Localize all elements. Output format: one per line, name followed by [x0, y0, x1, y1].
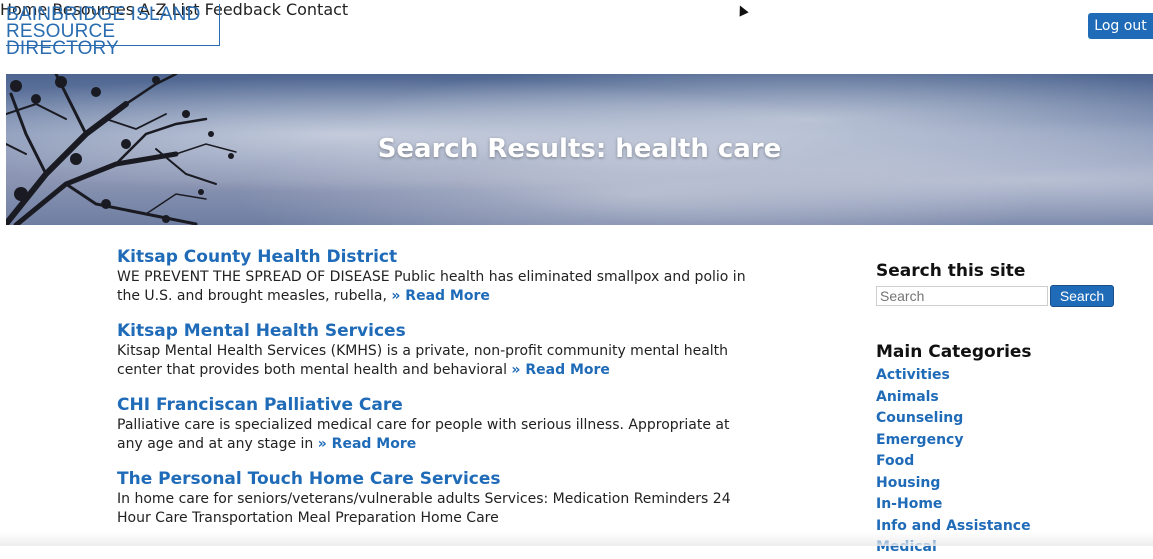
result-snippet-text: Palliative care is specialized medical c… — [117, 417, 730, 452]
result-title-link[interactable]: Kitsap Mental Health Services — [117, 320, 747, 342]
page-title: Search Results: health care — [377, 134, 782, 164]
site-logo[interactable]: BAINBRIDGE ISLAND RESOURCE DIRECTORY — [6, 4, 220, 58]
search-button[interactable]: Search — [1050, 285, 1114, 307]
result-snippet-text: In home care for seniors/veterans/vulner… — [117, 491, 731, 526]
result-snippet: Kitsap Mental Health Services (KMHS) is … — [117, 342, 747, 380]
result-item: Kitsap Mental Health Services Kitsap Men… — [117, 320, 747, 380]
result-snippet: In home care for seniors/veterans/vulner… — [117, 490, 747, 528]
nav-contact[interactable]: Contact — [286, 0, 348, 19]
result-snippet: Palliative care is specialized medical c… — [117, 416, 747, 454]
categories-heading: Main Categories — [876, 342, 1032, 362]
read-more-link[interactable]: » Read More — [391, 288, 490, 304]
sidebar: Search this site Search Main Categories … — [876, 260, 1126, 559]
result-item: CHI Franciscan Palliative Care Palliativ… — [117, 394, 747, 454]
logo-line-2: RESOURCE DIRECTORY — [6, 21, 120, 59]
search-results: Kitsap County Health District WE PREVENT… — [117, 246, 747, 542]
hero-banner: Search Results: health care — [6, 74, 1153, 225]
result-item: Kitsap County Health District WE PREVENT… — [117, 246, 747, 306]
result-title-link[interactable]: CHI Franciscan Palliative Care — [117, 394, 747, 416]
category-list: Activities Animals Counseling Emergency … — [876, 365, 1126, 559]
result-title-link[interactable]: Kitsap County Health District — [117, 246, 747, 268]
read-more-link[interactable]: » Read More — [511, 362, 610, 378]
search-form: Search — [876, 285, 1126, 307]
search-heading: Search this site — [876, 261, 1026, 281]
read-more-link[interactable]: » Read More — [318, 436, 417, 452]
result-snippet: WE PREVENT THE SPREAD OF DISEASE Public … — [117, 268, 747, 306]
result-item: The Personal Touch Home Care Services In… — [117, 468, 747, 528]
category-link-animals[interactable]: Animals — [876, 387, 1126, 409]
result-title-link[interactable]: The Personal Touch Home Care Services — [117, 468, 747, 490]
result-snippet-text: Kitsap Mental Health Services (KMHS) is … — [117, 343, 729, 378]
category-link-food[interactable]: Food — [876, 451, 1126, 473]
logout-button[interactable]: Log out — [1088, 13, 1153, 39]
category-link-in-home[interactable]: In-Home — [876, 494, 1126, 516]
category-link-housing[interactable]: Housing — [876, 473, 1126, 495]
search-input[interactable] — [876, 286, 1048, 306]
category-link-activities[interactable]: Activities — [876, 365, 1126, 387]
category-link-counseling[interactable]: Counseling — [876, 408, 1126, 430]
category-link-emergency[interactable]: Emergency — [876, 430, 1126, 452]
bottom-fade — [0, 532, 1153, 546]
